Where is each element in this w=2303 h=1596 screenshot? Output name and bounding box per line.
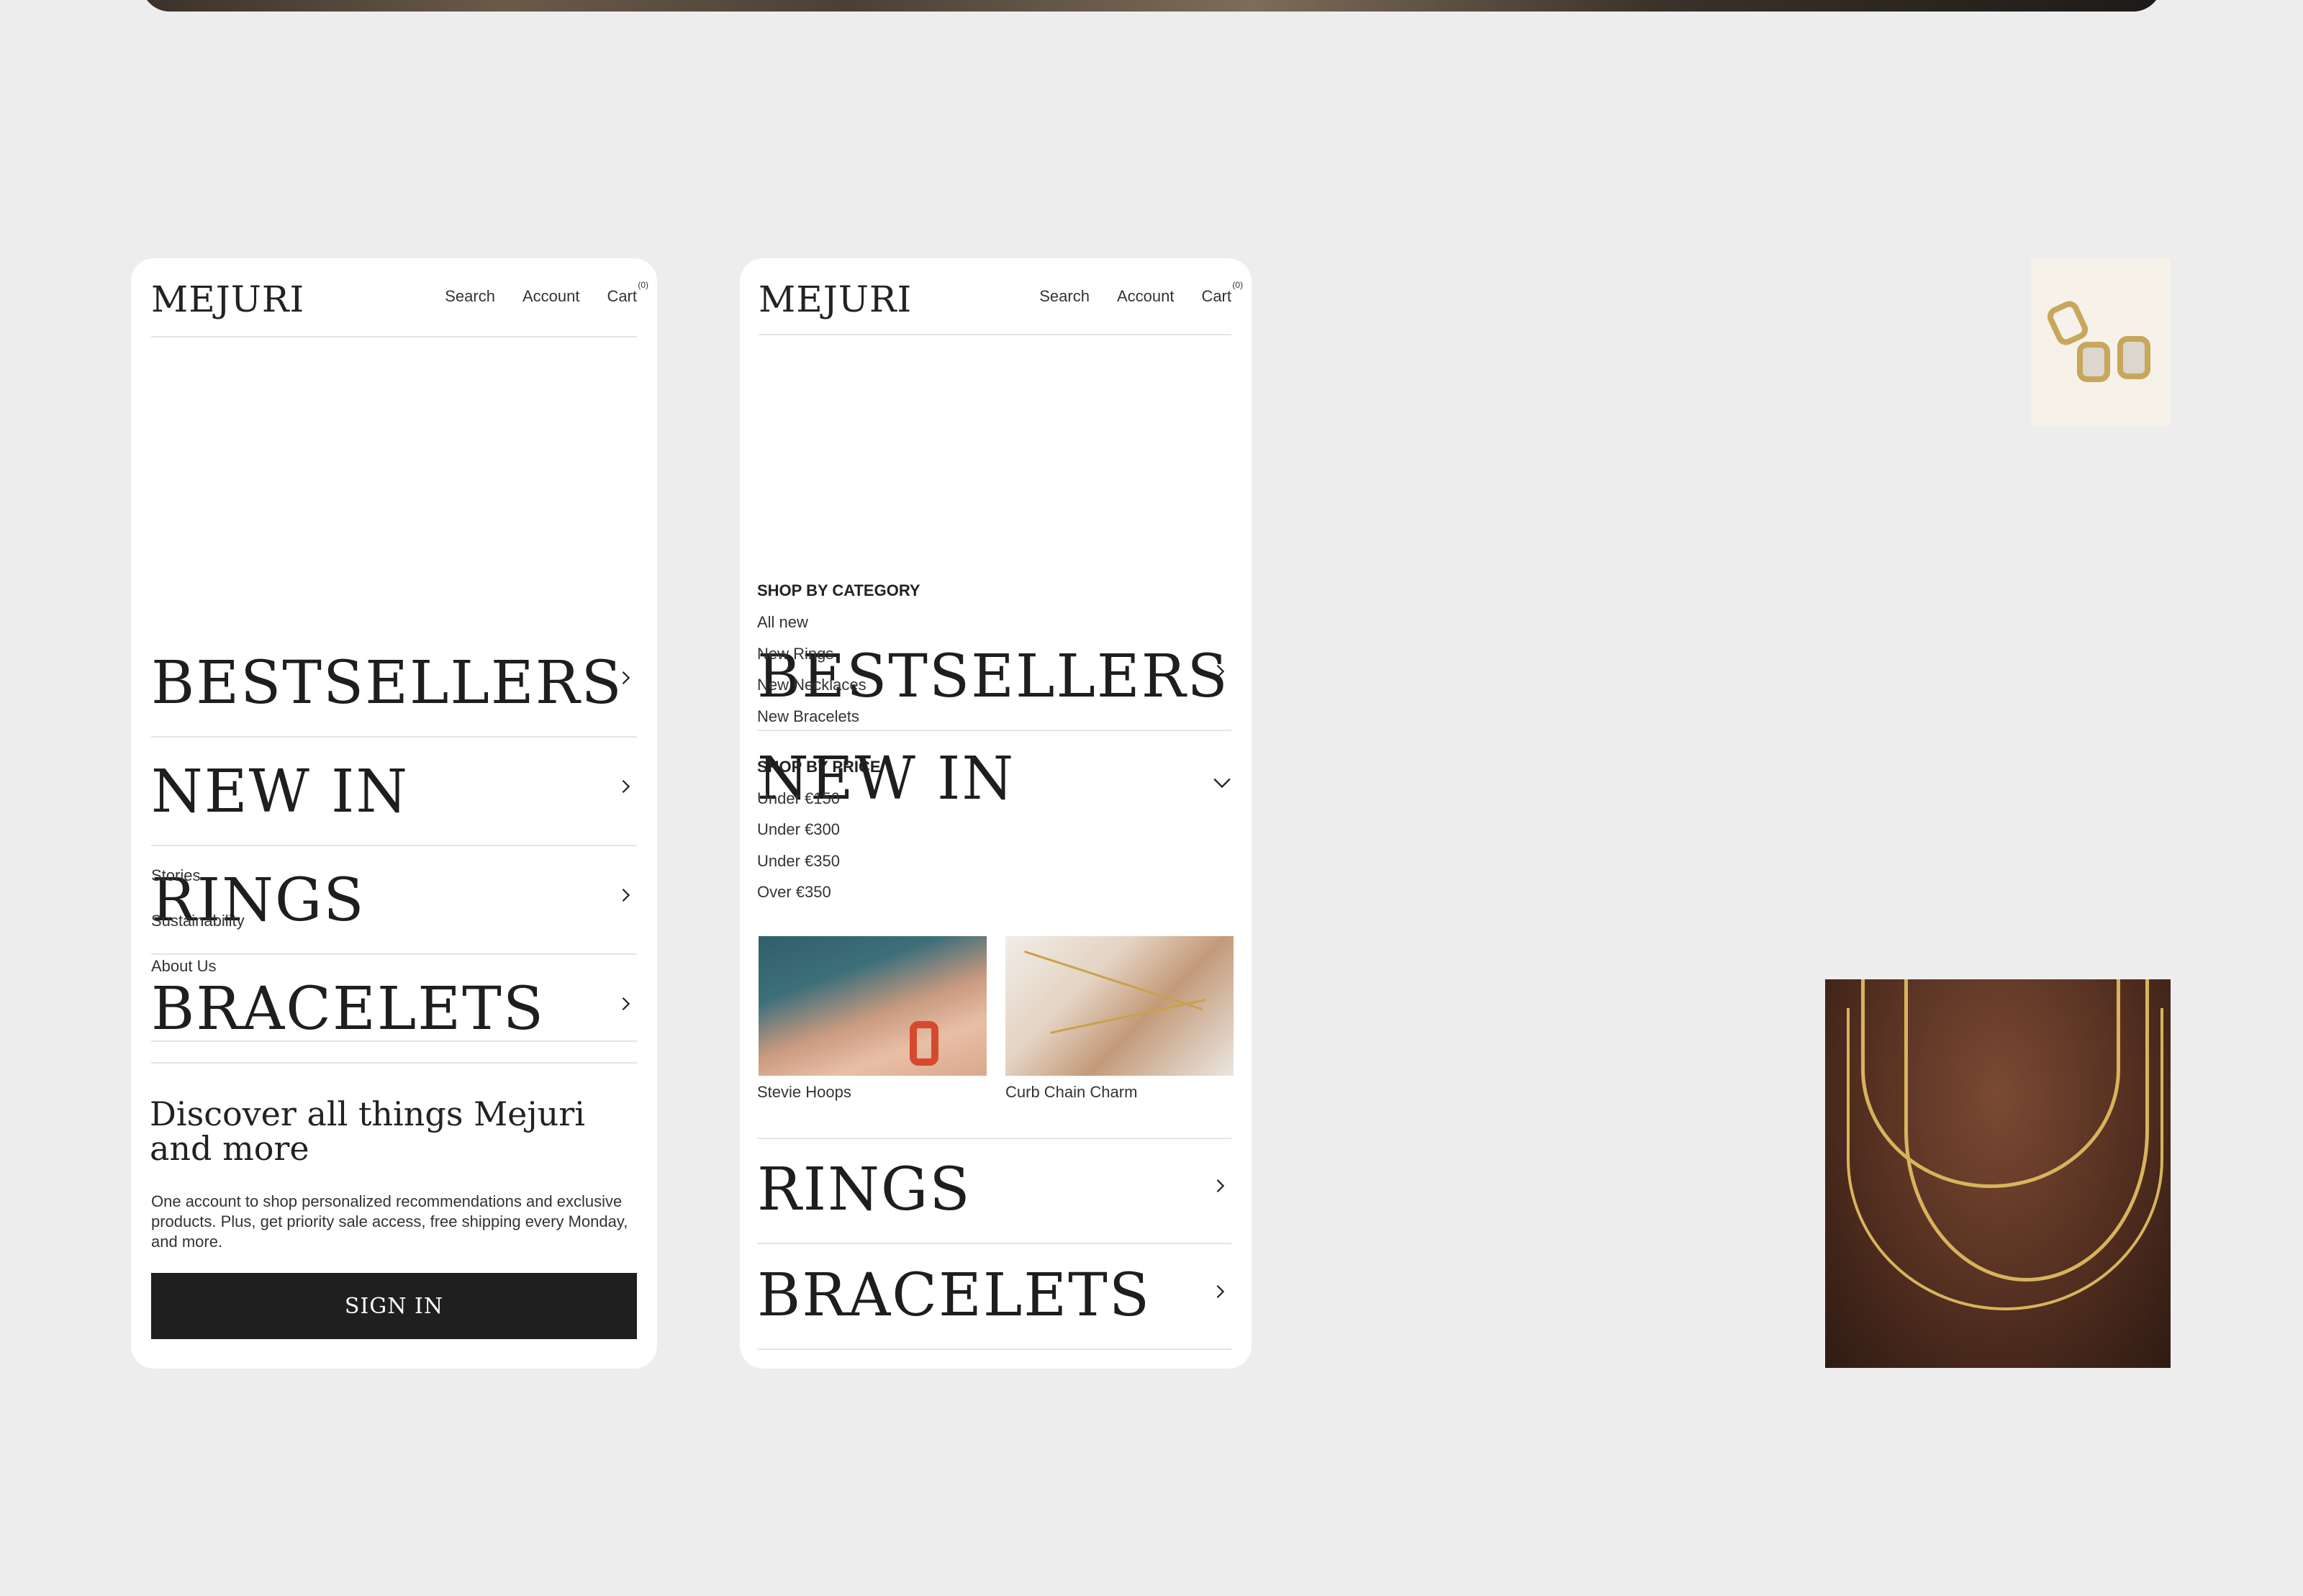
link-stories[interactable]: Stories [151,866,245,912]
necklace-model-photo [1825,979,2171,1368]
category-new-bracelets[interactable]: New Bracelets [757,707,859,726]
discover-description: One account to shop personalized recomme… [151,1192,628,1251]
earring-graphic [2117,336,2150,379]
menu-item-label: NEW IN [151,758,410,826]
menu-item-label: BRACELETS [757,1261,1151,1330]
menu-item-bracelets[interactable]: BRACELETS [757,1245,1231,1350]
product-name-stevie-hoops[interactable]: Stevie Hoops [757,1083,851,1102]
search-link[interactable]: Search [1039,287,1090,306]
link-sustainability[interactable]: Sustainability [151,912,245,957]
account-link[interactable]: Account [1117,287,1175,306]
earring-graphic [2044,297,2091,349]
shop-by-price-heading: SHOP BY PRICE [757,758,881,776]
header: MEJURI Search Account Cart (0) [759,258,1243,335]
brand-logo[interactable]: MEJURI [759,278,912,320]
cart-label: Cart [1201,287,1231,305]
link-about-us[interactable]: About Us [151,957,245,1002]
cart-count: (0) [638,280,648,290]
sign-in-button[interactable]: SIGN IN [151,1273,637,1339]
price-under-350[interactable]: Under €350 [757,852,840,871]
header-nav: Search Account Cart (0) [1039,280,1243,306]
header: MEJURI Search Account Cart (0) [151,258,648,337]
menu-item-new-in[interactable]: NEW IN [151,738,637,846]
price-under-300[interactable]: Under €300 [757,820,840,839]
earring-graphic [2077,342,2110,382]
account-link[interactable]: Account [522,287,580,306]
menu-item-label: BESTSELLERS [151,649,623,717]
chevron-right-icon [1216,1179,1225,1193]
menu-item-bestsellers[interactable]: BESTSELLERS [151,630,637,738]
category-all-new[interactable]: All new [757,613,808,632]
cart-link[interactable]: Cart (0) [607,280,648,306]
chevron-right-icon [622,779,630,794]
menu-item-rings[interactable]: RINGS [757,1139,1231,1244]
cart-link[interactable]: Cart (0) [1201,280,1243,306]
header-nav: Search Account Cart (0) [445,280,648,306]
product-image-stevie-hoops[interactable] [759,936,987,1076]
menu-item-new-in-expanded[interactable]: NEW IN [757,732,1231,833]
search-link[interactable]: Search [445,287,495,306]
shop-by-category-heading: SHOP BY CATEGORY [757,581,920,599]
price-over-350[interactable]: Over €350 [757,883,831,902]
chevron-down-icon [1213,778,1231,789]
category-new-necklaces[interactable]: New Necklaces [757,676,867,694]
hero-image-edge [141,0,2162,12]
category-new-rings[interactable]: New Rings [757,645,833,663]
chevron-right-icon [622,997,630,1011]
chevron-right-icon [622,888,630,902]
cart-label: Cart [607,287,637,305]
chain-graphic [1050,999,1205,1034]
secondary-links: Stories Sustainability About Us [151,866,245,1002]
chevron-right-icon [1216,1284,1225,1299]
necklace-strand-graphic [1847,1008,2163,1310]
chevron-right-icon [622,671,630,685]
product-name-curb-chain-charm[interactable]: Curb Chain Charm [1005,1083,1137,1102]
brand-logo[interactable]: MEJURI [151,278,304,320]
product-image-curb-chain-charm[interactable] [1005,936,1234,1076]
chain-graphic [1023,950,1203,1011]
discover-title: Discover all things Mejuri and more [150,1094,585,1168]
hoop-earring-graphic [910,1021,938,1066]
mobile-menu-expanded: MEJURI Search Account Cart (0) BESTSELLER… [740,258,1252,1369]
cart-count: (0) [1232,280,1243,290]
chevron-right-icon [1216,664,1225,679]
price-under-150[interactable]: Under €150 [757,789,840,808]
earrings-thumbnail [2031,258,2171,426]
divider [151,1040,637,1042]
menu-item-label: RINGS [757,1156,972,1224]
mobile-menu-collapsed: MEJURI Search Account Cart (0) BESTSELLER… [131,258,657,1369]
